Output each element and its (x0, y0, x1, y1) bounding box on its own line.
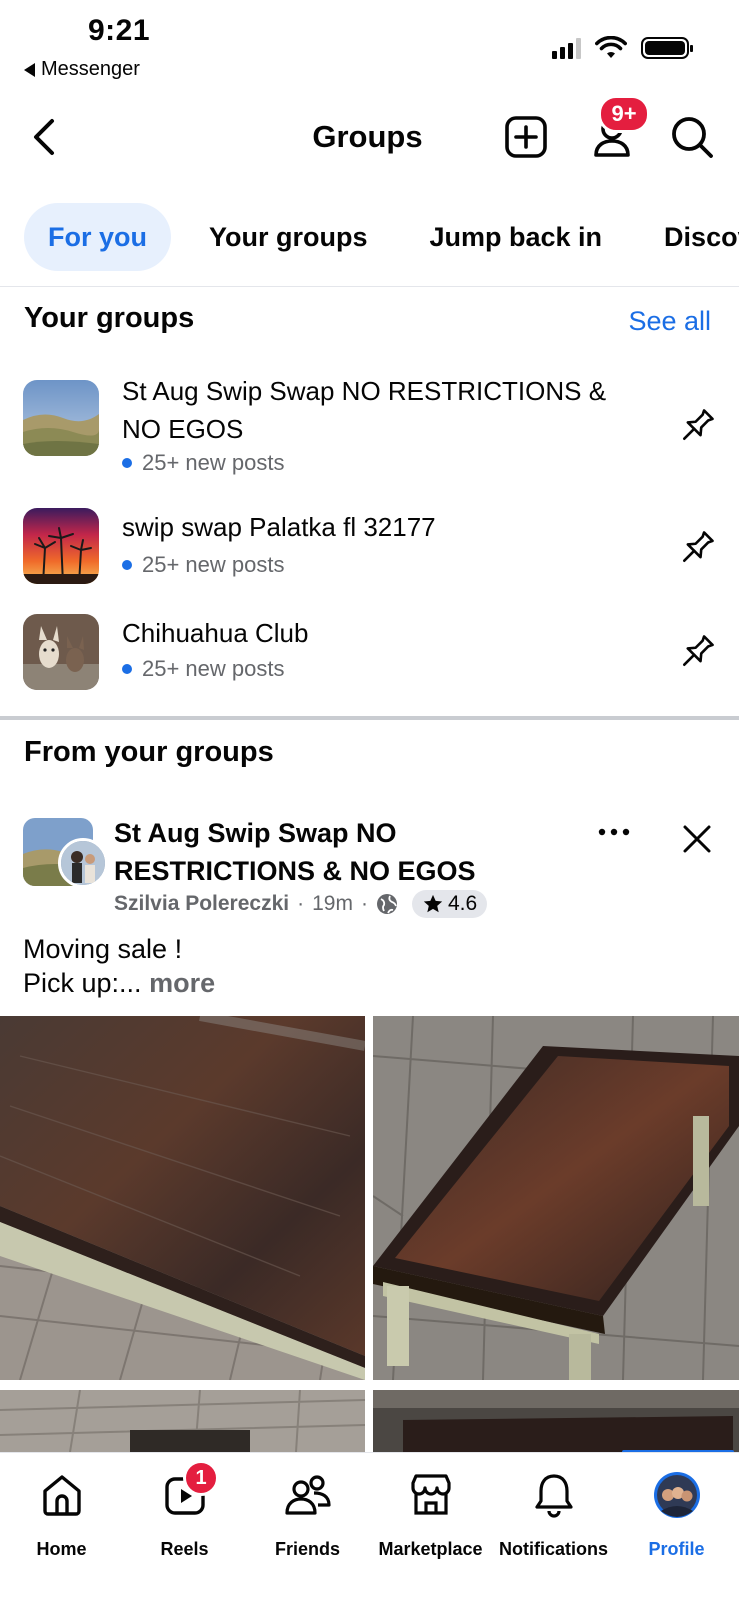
status-icons (552, 36, 693, 60)
nav-marketplace[interactable]: Marketplace (369, 1453, 492, 1573)
bottom-nav: Home Reels Friends Marketplace Notificat… (0, 1452, 739, 1600)
new-posts-label: 25+ new posts (142, 450, 285, 475)
nav-notifications[interactable]: Notifications (492, 1453, 615, 1573)
author-rating-badge: 4.6 (411, 890, 488, 918)
more-options-icon[interactable] (594, 820, 634, 844)
group-new-posts: 25+ new posts (122, 656, 284, 682)
battery-icon (641, 37, 693, 59)
group-item[interactable]: swip swap Palatka fl 32177 25+ new posts (0, 508, 739, 588)
nav-label: Profile (648, 1539, 705, 1559)
profile-avatar (653, 1472, 700, 1518)
rating-value: 4.6 (447, 892, 478, 915)
section-divider (0, 716, 739, 720)
pin-icon[interactable] (675, 526, 719, 570)
cellular-signal-icon (552, 37, 581, 59)
tab-for-you[interactable]: For you (24, 203, 171, 271)
unread-dot (122, 664, 132, 674)
meta-separator: · (360, 892, 368, 915)
back-to-messenger[interactable]: Messenger (24, 58, 140, 81)
status-bar: 9:21 Messenger (0, 0, 739, 90)
tab-your-groups[interactable]: Your groups (185, 203, 392, 271)
nav-home[interactable]: Home (0, 1453, 123, 1573)
post-photo[interactable] (0, 1016, 365, 1380)
back-app-label: Messenger (41, 58, 140, 80)
wifi-icon (595, 36, 627, 58)
group-new-posts: 25+ new posts (122, 450, 284, 476)
post-photo[interactable] (373, 1390, 739, 1452)
group-thumbnail (23, 614, 99, 690)
nav-friends[interactable]: Friends (246, 1453, 369, 1573)
pin-icon[interactable] (675, 404, 719, 448)
tab-bar: For you Your groups Jump back in Discove… (24, 203, 739, 271)
close-icon[interactable] (680, 822, 714, 856)
star-icon (423, 894, 443, 913)
post-group-name[interactable]: St Aug Swip Swap NO RESTRICTIONS & NO EG… (114, 814, 554, 890)
back-triangle-icon (24, 62, 35, 77)
plus-square-icon[interactable] (502, 113, 550, 161)
post-author[interactable]: Szilvia Polereczki (114, 892, 289, 916)
see-more-link[interactable]: more (149, 968, 215, 998)
globe-icon (376, 894, 397, 914)
group-name: swip swap Palatka fl 32177 (122, 512, 436, 542)
nav-profile[interactable]: Profile (615, 1453, 738, 1573)
nav-label: Notifications (498, 1539, 608, 1559)
your-groups-heading: Your groups (24, 302, 195, 334)
author-avatar[interactable] (58, 838, 108, 888)
group-name: St Aug Swip Swap NO RESTRICTIONS & NO EG… (122, 376, 607, 444)
post-time: 19m (312, 892, 353, 915)
post-text: Moving sale ! Pick up:... more (23, 932, 215, 1000)
bell-icon (534, 1474, 573, 1518)
post-meta: Szilvia Polereczki · 19m · 4.6 (114, 890, 488, 918)
post-text-line: Pick up:... more (23, 966, 215, 1000)
post-text-truncated: Pick up:... (23, 968, 142, 998)
unread-dot (122, 458, 132, 468)
nav-label: Friends (274, 1539, 340, 1559)
friends-icon (284, 1475, 331, 1515)
group-item[interactable]: Chihuahua Club 25+ new posts (0, 614, 739, 694)
tab-jump-back-in[interactable]: Jump back in (406, 203, 627, 271)
reels-badge: 1 (183, 1460, 219, 1496)
post-photo[interactable] (0, 1390, 365, 1452)
marketplace-icon (410, 1474, 451, 1515)
new-posts-label: 25+ new posts (142, 656, 285, 681)
group-thumbnail (23, 380, 99, 456)
group-thumbnail (23, 508, 99, 584)
group-new-posts: 25+ new posts (122, 552, 284, 578)
unread-dot (122, 560, 132, 570)
notification-badge: 9+ (598, 95, 650, 133)
tab-discover[interactable]: Discover (640, 203, 739, 271)
nav-label: Reels (160, 1539, 209, 1559)
post-photo[interactable] (373, 1016, 739, 1380)
from-your-groups-heading: From your groups (24, 736, 274, 768)
search-icon[interactable] (668, 113, 716, 161)
group-name: Chihuahua Club (122, 618, 309, 648)
home-icon (42, 1475, 81, 1516)
new-posts-label: 25+ new posts (142, 552, 285, 577)
see-all-link[interactable]: See all (628, 306, 711, 337)
nav-label: Home (36, 1539, 87, 1559)
nav-label: Marketplace (378, 1539, 483, 1559)
divider (0, 286, 739, 287)
group-item[interactable]: St Aug Swip Swap NO RESTRICTIONS & NO EG… (0, 372, 739, 484)
meta-separator: · (297, 892, 305, 915)
pin-icon[interactable] (675, 630, 719, 674)
post-text-line: Moving sale ! (23, 934, 183, 964)
status-time: 9:21 (88, 14, 151, 47)
